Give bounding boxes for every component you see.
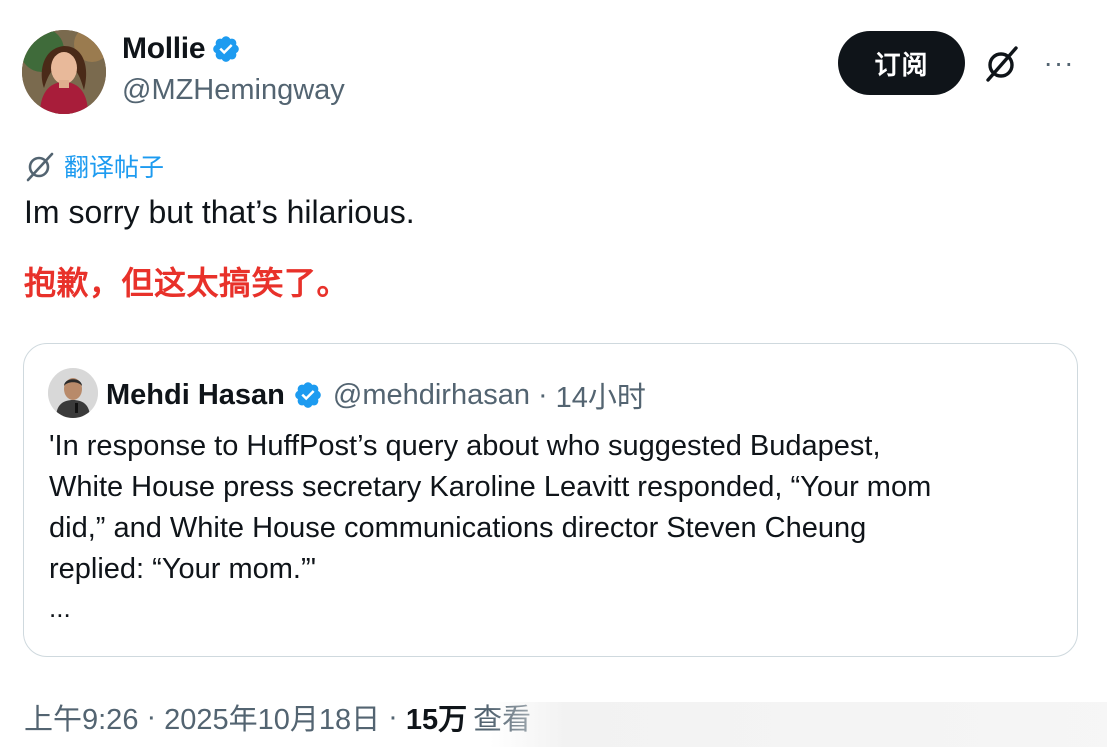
post-text: Im sorry but that’s hilarious. — [24, 194, 415, 230]
author-handle[interactable]: @MZHemingway — [122, 74, 345, 107]
quote-line: did,” and White House communications dir… — [49, 512, 867, 544]
translated-text: 抱歉，但这太搞笑了。 — [24, 265, 350, 301]
verified-badge-icon — [293, 380, 323, 410]
footer-separator: · — [388, 700, 398, 733]
quoted-post-card[interactable]: Mehdi Hasan @mehdirhasan · 14小时 'In resp… — [23, 343, 1078, 657]
quote-timestamp: 14小时 — [555, 382, 646, 414]
translate-label: 翻译帖子 — [64, 154, 165, 182]
verified-badge-icon[interactable] — [211, 34, 241, 64]
quote-ellipsis: ... — [49, 593, 71, 623]
post-time[interactable]: 上午9:26 — [24, 696, 138, 738]
author-name-text: Mollie — [122, 32, 206, 65]
watermark-overlay — [490, 702, 1107, 747]
quote-separator: · — [537, 378, 548, 411]
author-avatar[interactable] — [22, 30, 106, 114]
author-name[interactable]: Mollie — [122, 32, 241, 66]
view-count: 15万 — [405, 704, 468, 736]
more-icon[interactable]: ··· — [1040, 45, 1078, 81]
quote-author-name: Mehdi Hasan — [106, 378, 285, 411]
post-metadata: 上午9:26 · 2025年10月18日 · 15万 查看 — [24, 696, 531, 738]
quote-line: White House press secretary Karoline Lea… — [49, 471, 932, 503]
quote-author-avatar — [48, 368, 98, 418]
translate-post-link[interactable]: 翻译帖子 — [24, 148, 164, 184]
translate-icon — [24, 150, 56, 182]
grok-icon[interactable] — [982, 44, 1022, 84]
quote-body: 'In response to HuffPost’s query about w… — [49, 426, 1059, 590]
subscribe-button[interactable]: 订阅 — [838, 31, 965, 95]
post-date[interactable]: 2025年10月18日 — [164, 696, 380, 738]
quote-header: Mehdi Hasan @mehdirhasan · 14小时 — [106, 374, 646, 416]
footer-separator: · — [146, 700, 157, 733]
quote-line: replied: “Your mom.”' — [49, 553, 317, 585]
quote-line: 'In response to HuffPost’s query about w… — [49, 430, 881, 462]
quote-author-handle: @mehdirhasan — [332, 378, 530, 411]
